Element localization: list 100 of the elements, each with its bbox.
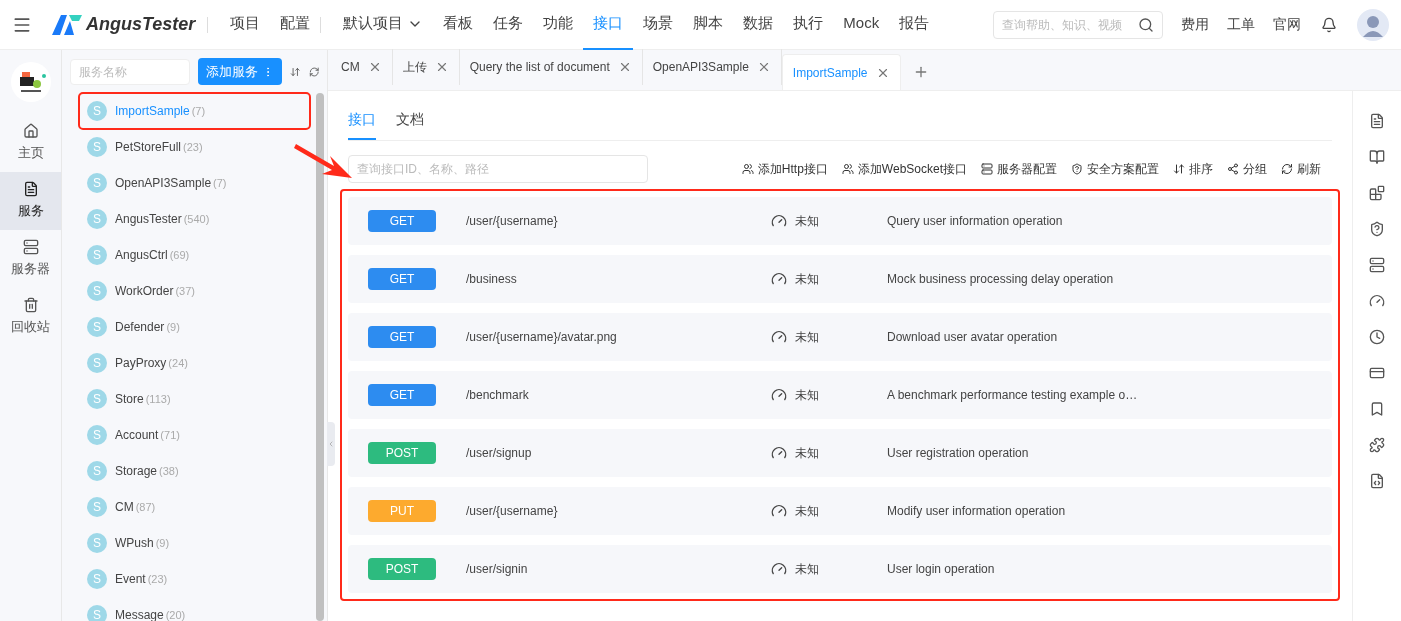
nav-tab[interactable]: 配置 [270,0,321,50]
book-icon[interactable] [1369,149,1385,165]
header-link[interactable]: 费用 [1181,14,1209,35]
content-tab[interactable]: 文档 [396,109,424,140]
nav-item[interactable]: 回收站 [0,288,61,346]
toolbar-button[interactable]: 分组 [1227,160,1267,178]
api-status: 未知 [795,503,820,520]
shield-icon[interactable] [1369,221,1385,237]
service-item[interactable]: S AngusTester (540) [79,201,310,237]
service-name: Event [115,571,146,588]
api-row[interactable]: GET /user/{username} 未知 Query user information operation [348,197,1332,245]
api-row[interactable]: GET /user/{username}/avatar.png 未知 Download user avatar operation [348,313,1332,361]
api-summary: Modify user information operation [887,503,1066,520]
nav-tab[interactable]: 功能 [533,0,584,50]
api-summary: Mock business processing delay operation [887,271,1114,288]
nav-item[interactable]: 服务器 [0,230,61,288]
service-item[interactable]: S AngusCtrl (69) [79,237,310,273]
api-summary: User registration operation [887,445,1029,462]
service-count: (540) [183,211,210,227]
service-icon [22,181,39,198]
api-row[interactable]: GET /business 未知 Mock business processing delay operation [348,255,1332,303]
api-row[interactable]: PUT /user/{username} 未知 Modify user information operation [348,487,1332,535]
api-path: /user/signin [466,561,529,578]
nav-tab[interactable]: 项目 [220,0,271,50]
toolbar-button[interactable]: 添加Http接口 [741,160,828,178]
api-row[interactable]: POST /user/signup 未知 User registration operation [348,429,1332,477]
service-item[interactable]: S Account (71) [79,417,310,453]
search-icon[interactable] [1138,16,1154,33]
nav-item[interactable]: 服务 [0,172,61,230]
service-item[interactable]: S PetStoreFull (23) [79,129,310,165]
nav-tab[interactable]: 场景 [633,0,684,50]
home-icon [22,123,39,140]
editor-tab[interactable]: CM [331,49,393,85]
user-avatar[interactable] [1357,8,1389,41]
service-name: AngusCtrl [115,247,168,264]
api-row[interactable]: POST /user/signin 未知 User login operation [348,545,1332,593]
toolbar-button[interactable]: 刷新 [1281,160,1321,178]
service-item[interactable]: S Event (23) [79,561,310,597]
card-icon[interactable] [1369,365,1385,381]
header-link[interactable]: 官网 [1273,14,1301,35]
nav-item[interactable]: 主页 [0,114,61,172]
service-item[interactable]: S Defender (9) [79,309,310,345]
bell-icon[interactable] [1321,16,1337,33]
service-avatar: S [87,137,107,157]
editor-tab[interactable]: 上传 [392,49,460,85]
service-count: (37) [175,283,195,299]
service-item[interactable]: S CM (87) [79,489,310,525]
service-item[interactable]: S Message (20) [79,597,310,621]
puzzle-icon[interactable] [1369,437,1385,453]
help-search-input[interactable]: 查询帮助、知识、视频 [1002,15,1134,34]
server-icon[interactable] [1369,257,1385,273]
service-item[interactable]: S WPush (9) [79,525,310,561]
service-avatar: S [87,245,107,265]
service-avatar: S [87,461,107,481]
service-item[interactable]: S OpenAPI3Sample (7) [79,165,310,201]
toolbar-button[interactable]: 添加WebSocket接口 [841,160,967,178]
header-link[interactable]: 工单 [1227,14,1255,35]
clock-icon[interactable] [1369,329,1385,345]
gauge-icon [771,561,787,577]
service-avatar: S [87,101,107,121]
service-avatar: S [87,389,107,409]
editor-tab[interactable]: Query the list of document [459,49,643,85]
method-badge: PUT [368,500,436,522]
file-code-icon[interactable] [1369,473,1385,489]
nav-tab[interactable]: 任务 [483,0,534,50]
api-summary: Download user avatar operation [887,329,1058,346]
nav-tab[interactable]: 脚本 [683,0,734,50]
service-search-field[interactable]: 服务名称 [70,58,190,85]
nav-tab[interactable]: 报告 [889,0,940,50]
api-row[interactable]: GET /benchmark 未知 A benchmark performance testing example o… [348,371,1332,419]
service-avatar: S [87,497,107,517]
api-search-field[interactable]: 查询接口ID、名称、路径 [348,155,648,183]
help-search-field[interactable]: 查询帮助、知识、视频 [993,10,1163,39]
document-icon[interactable] [1369,113,1385,129]
service-item[interactable]: S PayProxy (24) [79,345,310,381]
refresh-icon[interactable] [308,64,319,79]
collapse-handle[interactable] [327,422,335,466]
nav-tab[interactable]: 看板 [433,0,484,50]
service-item[interactable]: S Storage (38) [79,453,310,489]
gauge-icon[interactable] [1369,293,1385,309]
service-name: OpenAPI3Sample [115,175,212,192]
toolbar-button[interactable]: 安全方案配置 [1071,160,1159,178]
nav-tab[interactable]: 执行 [783,0,834,50]
nav-tab[interactable]: 数据 [733,0,784,50]
service-avatar: S [87,425,107,445]
bookmark-icon[interactable] [1369,401,1385,417]
toolbar-button[interactable]: 服务器配置 [981,160,1057,178]
service-count: (9) [155,535,170,551]
toolbar-button[interactable]: 排序 [1173,160,1213,178]
service-name: WorkOrder [115,283,174,300]
service-item[interactable]: S Store (113) [79,381,310,417]
service-item[interactable]: S WorkOrder (37) [79,273,310,309]
nav-tab[interactable]: 默认项目 [333,0,434,50]
service-avatar: S [87,317,107,337]
logo-icon [52,14,82,35]
nav-tab[interactable]: Mock [833,0,890,50]
api-summary: Query user information operation [887,213,1063,230]
editor-tab[interactable]: OpenAPI3Sample [642,49,782,85]
blocks-icon[interactable] [1369,185,1385,201]
service-name: Storage [115,463,158,480]
